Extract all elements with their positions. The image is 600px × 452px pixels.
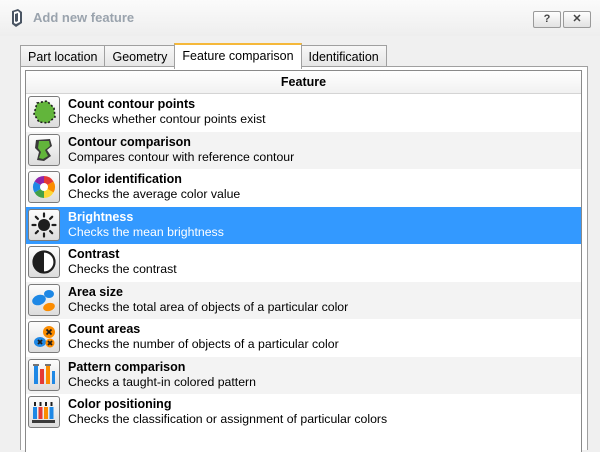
list-item-brightness[interactable]: Brightness Checks the mean brightness xyxy=(26,206,581,244)
item-description: Checks the contrast xyxy=(68,262,177,276)
item-title: Area size xyxy=(68,284,123,299)
list-item-count-contour-points[interactable]: Count contour points Checks whether cont… xyxy=(26,94,581,132)
title-bar: Add new feature ? ✕ xyxy=(0,0,600,36)
item-description: Checks the mean brightness xyxy=(68,224,224,239)
feature-list: Feature Count contour points Checks whet… xyxy=(25,70,582,452)
item-description: Checks whether contour points exist xyxy=(68,112,266,126)
list-item-color-positioning[interactable]: Color positioning Checks the classificat… xyxy=(26,394,581,432)
list-item-pattern-comparison[interactable]: Pattern comparison Checks a taught-in co… xyxy=(26,356,581,394)
contour-comparison-icon xyxy=(28,133,60,166)
item-description: Checks a taught-in colored pattern xyxy=(68,374,256,389)
item-title: Color positioning xyxy=(68,397,172,411)
help-button[interactable]: ? xyxy=(533,11,561,28)
item-description: Checks the average color value xyxy=(68,187,241,201)
app-icon xyxy=(10,9,24,27)
list-item-color-identification[interactable]: Color identification Checks the average … xyxy=(26,169,581,207)
color-wheel-icon xyxy=(28,171,60,203)
item-title: Count contour points xyxy=(68,97,196,111)
item-title: Contour comparison xyxy=(68,134,191,149)
item-description: Compares contour with reference contour xyxy=(68,149,295,164)
item-title: Pattern comparison xyxy=(68,359,186,374)
window-title: Add new feature xyxy=(33,10,135,25)
color-positioning-icon xyxy=(28,396,60,428)
item-title: Color identification xyxy=(68,172,182,186)
item-description: Checks the total area of objects of a pa… xyxy=(68,299,349,314)
close-button[interactable]: ✕ xyxy=(563,11,591,28)
item-title: Count areas xyxy=(68,322,141,336)
list-item-area-size[interactable]: Area size Checks the total area of objec… xyxy=(26,281,581,319)
area-size-icon xyxy=(28,283,60,316)
item-title: Contrast xyxy=(68,247,120,261)
column-header-feature[interactable]: Feature xyxy=(26,71,581,94)
item-title: Brightness xyxy=(68,209,134,224)
list-item-count-areas[interactable]: Count areas Checks the number of objects… xyxy=(26,319,581,357)
tab-identification[interactable]: Identification xyxy=(300,45,387,68)
tab-panel: Feature Count contour points Checks whet… xyxy=(20,66,588,452)
item-description: Checks the classification or assignment … xyxy=(68,412,388,426)
count-areas-icon xyxy=(28,321,60,353)
item-description: Checks the number of objects of a partic… xyxy=(68,337,339,351)
contrast-icon xyxy=(28,246,60,278)
tab-feature-comparison[interactable]: Feature comparison xyxy=(174,43,302,69)
tab-bar: Part location Geometry Feature compariso… xyxy=(20,43,387,69)
sun-icon xyxy=(28,208,60,241)
tab-geometry[interactable]: Geometry xyxy=(104,45,176,68)
list-item-contrast[interactable]: Contrast Checks the contrast xyxy=(26,244,581,282)
list-item-contour-comparison[interactable]: Contour comparison Compares contour with… xyxy=(26,131,581,169)
pattern-icon xyxy=(28,358,60,391)
contour-points-icon xyxy=(28,96,60,128)
tab-part-location[interactable]: Part location xyxy=(20,45,106,68)
